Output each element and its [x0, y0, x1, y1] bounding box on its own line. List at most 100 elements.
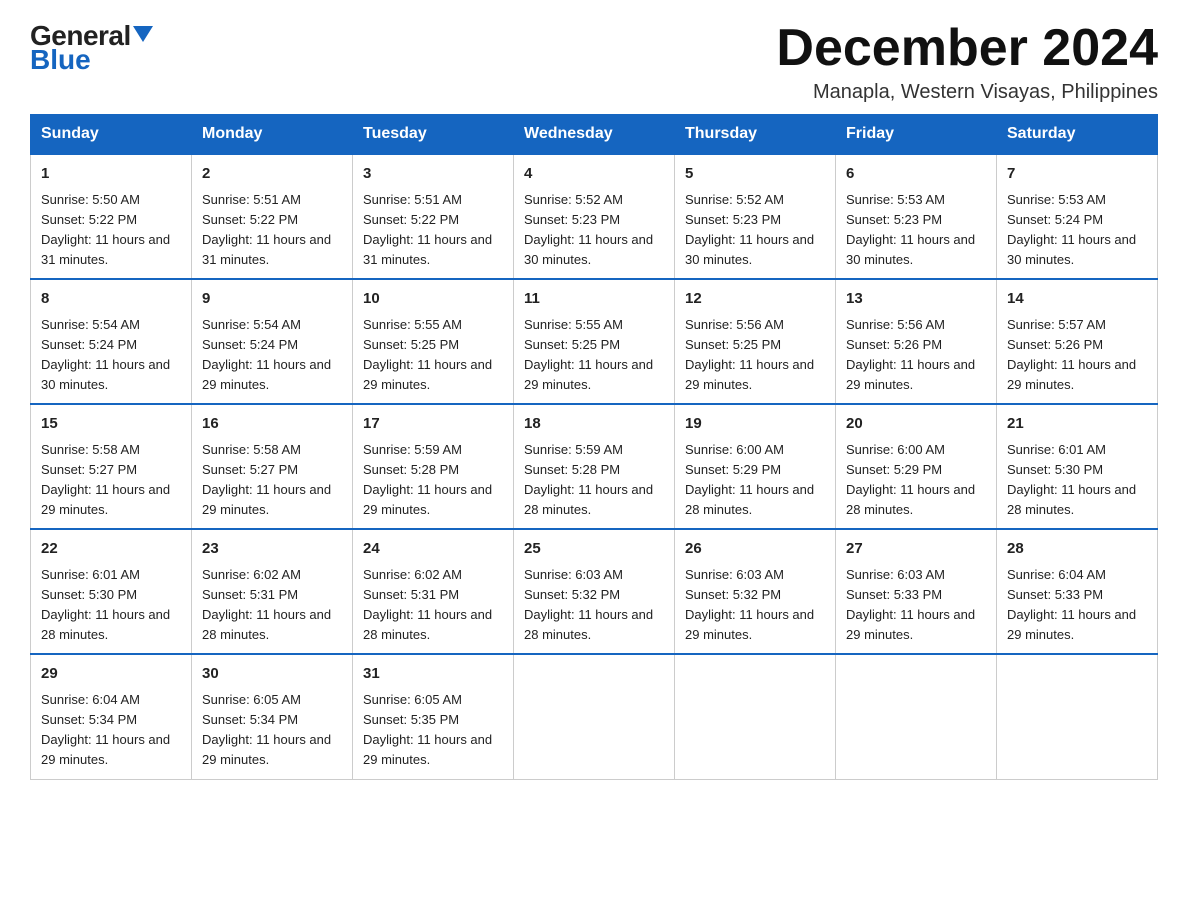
day-number: 7 [1007, 163, 1147, 186]
day-info: Sunrise: 6:03 AMSunset: 5:32 PMDaylight:… [524, 567, 653, 642]
calendar-day-9: 9 Sunrise: 5:54 AMSunset: 5:24 PMDayligh… [192, 279, 353, 404]
column-header-saturday: Saturday [997, 115, 1158, 155]
calendar-day-20: 20 Sunrise: 6:00 AMSunset: 5:29 PMDaylig… [836, 404, 997, 529]
empty-cell [675, 654, 836, 779]
day-info: Sunrise: 6:03 AMSunset: 5:32 PMDaylight:… [685, 567, 814, 642]
day-info: Sunrise: 5:50 AMSunset: 5:22 PMDaylight:… [41, 192, 170, 267]
day-number: 1 [41, 163, 181, 186]
column-header-tuesday: Tuesday [353, 115, 514, 155]
day-info: Sunrise: 5:58 AMSunset: 5:27 PMDaylight:… [41, 442, 170, 517]
calendar-day-21: 21 Sunrise: 6:01 AMSunset: 5:30 PMDaylig… [997, 404, 1158, 529]
day-number: 14 [1007, 288, 1147, 311]
calendar-day-24: 24 Sunrise: 6:02 AMSunset: 5:31 PMDaylig… [353, 529, 514, 654]
calendar-day-19: 19 Sunrise: 6:00 AMSunset: 5:29 PMDaylig… [675, 404, 836, 529]
day-number: 12 [685, 288, 825, 311]
day-number: 2 [202, 163, 342, 186]
calendar-day-12: 12 Sunrise: 5:56 AMSunset: 5:25 PMDaylig… [675, 279, 836, 404]
day-info: Sunrise: 5:54 AMSunset: 5:24 PMDaylight:… [202, 317, 331, 392]
calendar-day-14: 14 Sunrise: 5:57 AMSunset: 5:26 PMDaylig… [997, 279, 1158, 404]
calendar-table: SundayMondayTuesdayWednesdayThursdayFrid… [30, 114, 1158, 779]
day-info: Sunrise: 6:04 AMSunset: 5:33 PMDaylight:… [1007, 567, 1136, 642]
calendar-day-5: 5 Sunrise: 5:52 AMSunset: 5:23 PMDayligh… [675, 154, 836, 279]
location-subtitle: Manapla, Western Visayas, Philippines [776, 81, 1158, 104]
day-number: 9 [202, 288, 342, 311]
day-info: Sunrise: 6:02 AMSunset: 5:31 PMDaylight:… [363, 567, 492, 642]
day-number: 19 [685, 413, 825, 436]
logo-blue-text: Blue [30, 44, 91, 76]
day-info: Sunrise: 6:04 AMSunset: 5:34 PMDaylight:… [41, 692, 170, 767]
column-header-thursday: Thursday [675, 115, 836, 155]
day-number: 6 [846, 163, 986, 186]
day-number: 31 [363, 663, 503, 686]
day-number: 4 [524, 163, 664, 186]
day-info: Sunrise: 5:53 AMSunset: 5:23 PMDaylight:… [846, 192, 975, 267]
calendar-day-18: 18 Sunrise: 5:59 AMSunset: 5:28 PMDaylig… [514, 404, 675, 529]
day-info: Sunrise: 6:05 AMSunset: 5:34 PMDaylight:… [202, 692, 331, 767]
day-info: Sunrise: 6:03 AMSunset: 5:33 PMDaylight:… [846, 567, 975, 642]
day-info: Sunrise: 5:54 AMSunset: 5:24 PMDaylight:… [41, 317, 170, 392]
week-row-1: 1 Sunrise: 5:50 AMSunset: 5:22 PMDayligh… [31, 154, 1158, 279]
day-info: Sunrise: 5:55 AMSunset: 5:25 PMDaylight:… [524, 317, 653, 392]
day-info: Sunrise: 6:00 AMSunset: 5:29 PMDaylight:… [685, 442, 814, 517]
day-number: 8 [41, 288, 181, 311]
calendar-day-8: 8 Sunrise: 5:54 AMSunset: 5:24 PMDayligh… [31, 279, 192, 404]
week-row-5: 29 Sunrise: 6:04 AMSunset: 5:34 PMDaylig… [31, 654, 1158, 779]
day-number: 23 [202, 538, 342, 561]
calendar-day-10: 10 Sunrise: 5:55 AMSunset: 5:25 PMDaylig… [353, 279, 514, 404]
day-number: 5 [685, 163, 825, 186]
week-row-3: 15 Sunrise: 5:58 AMSunset: 5:27 PMDaylig… [31, 404, 1158, 529]
day-number: 13 [846, 288, 986, 311]
column-header-sunday: Sunday [31, 115, 192, 155]
calendar-day-27: 27 Sunrise: 6:03 AMSunset: 5:33 PMDaylig… [836, 529, 997, 654]
calendar-day-15: 15 Sunrise: 5:58 AMSunset: 5:27 PMDaylig… [31, 404, 192, 529]
day-number: 16 [202, 413, 342, 436]
day-info: Sunrise: 6:00 AMSunset: 5:29 PMDaylight:… [846, 442, 975, 517]
month-year-title: December 2024 [776, 20, 1158, 77]
calendar-day-30: 30 Sunrise: 6:05 AMSunset: 5:34 PMDaylig… [192, 654, 353, 779]
day-number: 25 [524, 538, 664, 561]
column-header-friday: Friday [836, 115, 997, 155]
calendar-day-28: 28 Sunrise: 6:04 AMSunset: 5:33 PMDaylig… [997, 529, 1158, 654]
calendar-day-31: 31 Sunrise: 6:05 AMSunset: 5:35 PMDaylig… [353, 654, 514, 779]
calendar-day-13: 13 Sunrise: 5:56 AMSunset: 5:26 PMDaylig… [836, 279, 997, 404]
day-info: Sunrise: 5:51 AMSunset: 5:22 PMDaylight:… [363, 192, 492, 267]
day-info: Sunrise: 5:59 AMSunset: 5:28 PMDaylight:… [524, 442, 653, 517]
day-info: Sunrise: 5:57 AMSunset: 5:26 PMDaylight:… [1007, 317, 1136, 392]
empty-cell [997, 654, 1158, 779]
day-info: Sunrise: 5:53 AMSunset: 5:24 PMDaylight:… [1007, 192, 1136, 267]
day-number: 28 [1007, 538, 1147, 561]
day-number: 11 [524, 288, 664, 311]
day-number: 27 [846, 538, 986, 561]
title-section: December 2024 Manapla, Western Visayas, … [776, 20, 1158, 104]
calendar-day-4: 4 Sunrise: 5:52 AMSunset: 5:23 PMDayligh… [514, 154, 675, 279]
logo-triangle-icon [133, 26, 153, 42]
day-info: Sunrise: 5:59 AMSunset: 5:28 PMDaylight:… [363, 442, 492, 517]
page-header: General Blue December 2024 Manapla, West… [30, 20, 1158, 104]
day-number: 10 [363, 288, 503, 311]
calendar-day-16: 16 Sunrise: 5:58 AMSunset: 5:27 PMDaylig… [192, 404, 353, 529]
calendar-day-26: 26 Sunrise: 6:03 AMSunset: 5:32 PMDaylig… [675, 529, 836, 654]
day-number: 15 [41, 413, 181, 436]
calendar-day-3: 3 Sunrise: 5:51 AMSunset: 5:22 PMDayligh… [353, 154, 514, 279]
week-row-2: 8 Sunrise: 5:54 AMSunset: 5:24 PMDayligh… [31, 279, 1158, 404]
day-info: Sunrise: 5:55 AMSunset: 5:25 PMDaylight:… [363, 317, 492, 392]
day-info: Sunrise: 6:05 AMSunset: 5:35 PMDaylight:… [363, 692, 492, 767]
calendar-day-17: 17 Sunrise: 5:59 AMSunset: 5:28 PMDaylig… [353, 404, 514, 529]
day-number: 20 [846, 413, 986, 436]
column-header-monday: Monday [192, 115, 353, 155]
day-info: Sunrise: 6:02 AMSunset: 5:31 PMDaylight:… [202, 567, 331, 642]
day-number: 22 [41, 538, 181, 561]
calendar-day-1: 1 Sunrise: 5:50 AMSunset: 5:22 PMDayligh… [31, 154, 192, 279]
day-info: Sunrise: 5:56 AMSunset: 5:25 PMDaylight:… [685, 317, 814, 392]
calendar-day-22: 22 Sunrise: 6:01 AMSunset: 5:30 PMDaylig… [31, 529, 192, 654]
calendar-day-29: 29 Sunrise: 6:04 AMSunset: 5:34 PMDaylig… [31, 654, 192, 779]
column-header-wednesday: Wednesday [514, 115, 675, 155]
week-row-4: 22 Sunrise: 6:01 AMSunset: 5:30 PMDaylig… [31, 529, 1158, 654]
calendar-day-23: 23 Sunrise: 6:02 AMSunset: 5:31 PMDaylig… [192, 529, 353, 654]
day-info: Sunrise: 6:01 AMSunset: 5:30 PMDaylight:… [1007, 442, 1136, 517]
day-number: 17 [363, 413, 503, 436]
calendar-day-2: 2 Sunrise: 5:51 AMSunset: 5:22 PMDayligh… [192, 154, 353, 279]
day-info: Sunrise: 6:01 AMSunset: 5:30 PMDaylight:… [41, 567, 170, 642]
day-number: 18 [524, 413, 664, 436]
day-number: 26 [685, 538, 825, 561]
